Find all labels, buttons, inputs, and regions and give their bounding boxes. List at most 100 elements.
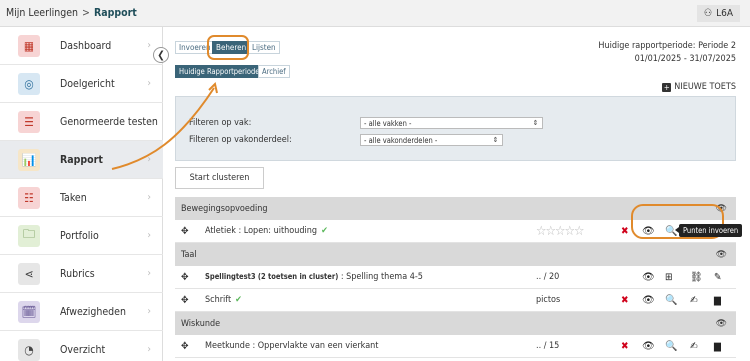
test-name[interactable]: Schrift ✔ [205, 295, 242, 305]
target-icon: ◎ [18, 72, 40, 95]
table-row: ✥ Spellingtest3 (2 toetsen in cluster) :… [175, 266, 736, 289]
eye-icon[interactable]: 👁 [642, 272, 655, 283]
breadcrumb-root[interactable]: Mijn Leerlingen [6, 7, 78, 19]
plus-square-icon[interactable]: ⊞ [665, 272, 673, 283]
eye-icon[interactable]: 👁 [642, 341, 655, 352]
check-icon: ✔ [235, 295, 242, 305]
sidebar-item-dashboard[interactable]: ▦ Dashboard › [0, 27, 163, 65]
sidebar: ▦ Dashboard › ◎ Doelgericht › ☰ Genormeerde tes… [0, 27, 163, 361]
user-badge[interactable]: ⚇ L6A [697, 5, 740, 22]
tab-lijsten[interactable]: Lijsten [248, 41, 280, 54]
eye-icon[interactable]: 👁 [642, 295, 655, 306]
breadcrumb: Mijn Leerlingen > Rapport ⚇ L6A [0, 0, 750, 27]
sidebar-item-rapport[interactable]: 📊 Rapport › [0, 141, 163, 179]
chevron-right-icon: › [147, 78, 151, 89]
pie-icon: ◔ [18, 338, 40, 361]
sidebar-item-label: Dashboard [60, 39, 112, 52]
chevron-right-icon: › [147, 306, 151, 317]
sidebar-item-overzicht[interactable]: ◔ Overzicht › [0, 331, 163, 361]
filter-vakonderdeel-value: - alle vakonderdelen - [364, 135, 438, 145]
filter-vakonderdeel-label: Filteren op vakonderdeel: [189, 135, 292, 145]
share-icon: ⋖ [18, 262, 40, 285]
delete-icon[interactable]: ✖ [621, 226, 629, 237]
class-label: L6A [716, 8, 733, 19]
chevron-right-icon: › [147, 344, 151, 355]
unlink-icon[interactable]: ⛓ [690, 272, 703, 283]
archive-icon[interactable]: ▆ [714, 295, 721, 306]
sidebar-item-label: Rapport [60, 153, 103, 166]
filter-panel: Filteren op vak: - alle vakken - ⇕ Filte… [175, 96, 736, 161]
breadcrumb-separator: > [82, 7, 90, 19]
chevron-right-icon: › [147, 40, 151, 51]
chevron-left-icon: ❮ [157, 49, 165, 61]
table-row: ✥ Schrift ✔ pictos ✖ 👁 🔍 ✍ ▆ [175, 289, 736, 312]
breadcrumb-current: Rapport [93, 7, 137, 19]
eye-icon[interactable]: 👁 [716, 319, 727, 329]
star-rating[interactable]: ☆☆☆☆☆ [536, 224, 584, 239]
eye-icon[interactable]: 👁 [716, 250, 727, 260]
sidebar-item-label: Doelgericht [60, 77, 115, 90]
sidebar-item-afwezigheden[interactable]: 🗓 Afwezigheden › [0, 293, 163, 331]
period-dates: 01/01/2025 - 31/07/2025 [634, 54, 736, 64]
start-cluster-button[interactable]: Start clusteren [175, 167, 264, 189]
group-title: Wiskunde [181, 318, 221, 329]
tab-huidige-rapportperiode[interactable]: Huidige Rapportperiode [175, 65, 264, 78]
move-icon[interactable]: ✥ [181, 341, 189, 352]
chevron-right-icon: › [147, 154, 151, 165]
table-row: ✥ Meetkunde : Oppervlakte van een vierka… [175, 335, 736, 358]
sidebar-item-taken[interactable]: ☷ Taken › [0, 179, 163, 217]
sidebar-item-portfolio[interactable]: 🗀 Portfolio › [0, 217, 163, 255]
filter-vak-label: Filteren op vak: [189, 118, 252, 128]
main-content: Invoeren Beheren Lijsten Huidige Rapport… [163, 27, 750, 361]
tooltip: Punten invoeren [674, 224, 743, 237]
delete-icon[interactable]: ✖ [621, 295, 629, 306]
sidebar-item-label: Rubrics [60, 267, 95, 280]
folder-icon: 🗀 [18, 224, 40, 247]
group-header-taal: Taal 👁 [175, 243, 736, 266]
chevron-right-icon: › [147, 230, 151, 241]
move-icon[interactable]: ✥ [181, 272, 189, 283]
archive-icon[interactable]: ▆ [714, 341, 721, 352]
sidebar-item-label: Afwezigheden [60, 305, 126, 318]
pencil-icon[interactable]: ✎ [714, 272, 722, 283]
period-title: Huidige rapportperiode: Periode 2 [598, 41, 736, 51]
chevron-right-icon: › [147, 192, 151, 203]
sidebar-item-rubrics[interactable]: ⋖ Rubrics › [0, 255, 163, 293]
list-icon: ☰ [18, 110, 40, 133]
score: pictos [536, 295, 561, 305]
sidebar-item-label: Taken [60, 191, 87, 204]
select-arrows-icon: ⇕ [532, 119, 538, 127]
grid-icon: ▦ [18, 34, 40, 57]
search-icon[interactable]: 🔍 [665, 295, 677, 306]
plus-icon: + [662, 82, 672, 92]
move-icon[interactable]: ✥ [181, 295, 189, 306]
select-arrows-icon: ⇕ [492, 136, 498, 144]
edit-icon[interactable]: ✍ [690, 341, 698, 352]
users-icon: ⚇ [704, 8, 713, 19]
test-name[interactable]: Atletiek : Lopen: uithouding ✔ [205, 226, 328, 236]
sidebar-item-genormeerde-testen[interactable]: ☰ Genormeerde testen › [0, 103, 163, 141]
group-title: Taal [181, 249, 197, 260]
search-icon[interactable]: 🔍 [665, 341, 677, 352]
move-icon[interactable]: ✥ [181, 226, 189, 237]
tab-archief[interactable]: Archief [258, 65, 290, 78]
chevron-right-icon: › [147, 116, 151, 127]
sidebar-item-label: Portfolio [60, 229, 99, 242]
edit-icon[interactable]: ✍ [690, 295, 698, 306]
test-name[interactable]: Meetkunde : Oppervlakte van een vierkant [205, 341, 378, 351]
chevron-right-icon: › [147, 268, 151, 279]
sidebar-item-label: Overzicht [60, 343, 106, 356]
group-title: Bewegingsopvoeding [181, 203, 268, 214]
tasks-icon: ☷ [18, 186, 40, 209]
collapse-sidebar-button[interactable]: ❮ [153, 47, 169, 63]
delete-icon[interactable]: ✖ [621, 341, 629, 352]
calendar-check-icon: 🗓 [18, 300, 40, 323]
filter-vakonderdeel-select[interactable]: - alle vakonderdelen - ⇕ [360, 134, 503, 146]
test-name[interactable]: Spellingtest3 (2 toetsen in cluster) : S… [205, 272, 423, 282]
group-header-wiskunde: Wiskunde 👁 [175, 312, 736, 335]
sidebar-item-doelgericht[interactable]: ◎ Doelgericht › [0, 65, 163, 103]
chart-icon: 📊 [18, 148, 40, 171]
filter-vak-select[interactable]: - alle vakken - ⇕ [360, 117, 543, 129]
new-test-button[interactable]: + NIEUWE TOETS [662, 82, 736, 92]
score: .. / 15 [536, 341, 560, 351]
